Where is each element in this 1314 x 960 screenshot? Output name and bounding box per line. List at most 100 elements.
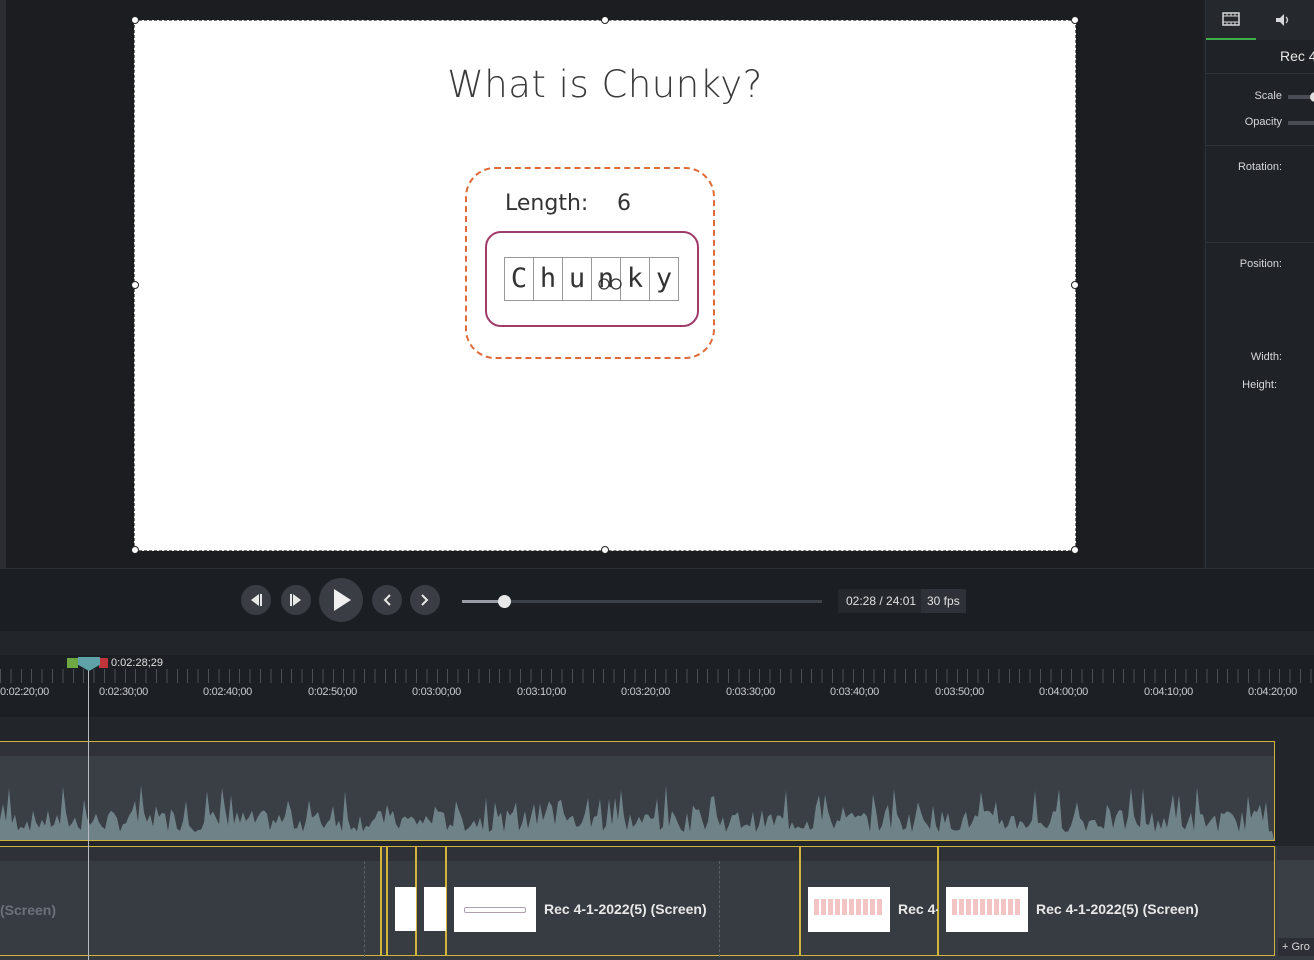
clip-label: (Screen) [0, 902, 57, 918]
ruler-label: 0:03:20;00 [621, 686, 670, 698]
ruler-label: 0:02:30;00 [99, 686, 148, 698]
video-clip[interactable]: Rec 4- [800, 846, 941, 956]
clip-divider [364, 861, 366, 957]
next-marker-button[interactable] [410, 585, 440, 615]
properties-tabs [1206, 0, 1314, 40]
audio-waveform [0, 785, 1274, 840]
video-track: (Screen) Rec 4-1-2022(5) (Screen) Rec 4- [0, 846, 1314, 960]
ruler-label: 0:04:20;00 [1248, 686, 1297, 698]
length-label: Length: [505, 191, 589, 216]
ruler-label: 0:03:40;00 [830, 686, 879, 698]
preview-canvas[interactable]: What is Chunky? Length: 6 C h u n k y [134, 20, 1076, 551]
ruler-label: 0:03:10;00 [517, 686, 566, 698]
chevron-right-icon [421, 594, 429, 606]
playhead-time: 0:02:28;29 [111, 657, 163, 669]
width-label: Width: [1250, 351, 1282, 363]
audio-properties-icon [1276, 14, 1289, 26]
resize-handle-top-left[interactable] [131, 16, 139, 24]
char-cell: u [562, 257, 592, 301]
tab-audio-properties[interactable] [1258, 0, 1308, 40]
clip-label: Rec 4-1-2022(5) (Screen) [1036, 901, 1199, 917]
clip-thumbnail [395, 887, 417, 931]
clip-divider [719, 861, 721, 957]
scale-label: Scale [1254, 90, 1282, 102]
step-back-icon [251, 594, 262, 606]
canvas-area[interactable]: What is Chunky? Length: 6 C h u n k y [0, 0, 1203, 568]
ruler-label: 0:03:50;00 [935, 686, 984, 698]
resize-handle-left[interactable] [131, 281, 139, 289]
ruler-label: 0:02:40;00 [203, 686, 252, 698]
opacity-slider[interactable] [1288, 121, 1314, 125]
selection-start-marker[interactable] [67, 658, 78, 668]
resize-handle-bottom[interactable] [601, 546, 609, 554]
ruler-label: 0:03:00;00 [412, 686, 461, 698]
string-box: C h u n k y [485, 231, 699, 327]
char-cell: y [649, 257, 679, 301]
step-forward-icon [290, 594, 301, 606]
clip-header [388, 847, 415, 861]
position-label: Position: [1239, 258, 1282, 270]
step-back-button[interactable] [241, 585, 271, 615]
resize-handle-bottom-left[interactable] [131, 546, 139, 554]
clip-label: Rec 4-1-2022(5) (Screen) [544, 901, 707, 917]
resize-handle-right[interactable] [1071, 281, 1079, 289]
resize-handle-bottom-right[interactable] [1071, 546, 1079, 554]
playback-controls: 02:28 / 24:01 30 fps [0, 568, 1314, 631]
ruler-label: 0:02:50;00 [308, 686, 357, 698]
char-cell: C [504, 257, 534, 301]
video-clip[interactable] [387, 846, 417, 956]
clip-thumbnail [424, 887, 446, 931]
properties-panel: Rec 4 Scale Opacity Rotation: Position: … [1205, 0, 1314, 568]
play-button[interactable] [319, 578, 363, 622]
scrubber-track[interactable] [462, 600, 822, 603]
opacity-label: Opacity [1244, 116, 1282, 128]
timeline[interactable]: 0:02:20;00 0:02:30;00 0:02:40;00 0:02:50… [0, 631, 1314, 960]
group-button[interactable]: + Gro [1278, 938, 1314, 956]
ruler-label: 0:04:10;00 [1144, 686, 1193, 698]
char-cell: h [533, 257, 563, 301]
slide-title: What is Chunky? [447, 63, 763, 106]
audio-clip-header [0, 742, 1274, 756]
video-clip[interactable]: Rec 4-1-2022(5) (Screen) [446, 846, 800, 957]
video-clip[interactable]: (Screen) [0, 846, 381, 957]
timeline-ruler[interactable]: 0:02:20;00 0:02:30;00 0:02:40;00 0:02:50… [0, 655, 1314, 717]
audio-clip[interactable] [0, 741, 1275, 841]
step-forward-button[interactable] [281, 585, 311, 615]
divider [1206, 145, 1314, 146]
playhead-line [88, 657, 89, 960]
clip-header [0, 847, 380, 861]
clip-label: Rec 4- [898, 901, 941, 917]
clip-thumbnail [454, 887, 536, 932]
time-display: 02:28 / 24:01 [838, 589, 925, 613]
rotation-label: Rotation: [1237, 161, 1282, 173]
ruler-label: 0:03:30;00 [726, 686, 775, 698]
scale-slider-knob[interactable] [1310, 92, 1314, 102]
clip-header [939, 847, 1274, 861]
clip-thumbnail [946, 887, 1028, 932]
ruler-label: 0:02:20;00 [0, 686, 49, 698]
clip-name: Rec 4 [1280, 48, 1314, 64]
height-label: Height: [1242, 379, 1277, 391]
ruler-ticks [0, 669, 1314, 683]
video-clip[interactable] [416, 846, 446, 956]
rotate-handle-icon[interactable] [595, 276, 625, 292]
resize-handle-top-right[interactable] [1071, 16, 1079, 24]
char-cells: C h u n k y [504, 257, 679, 301]
ruler-label: 0:04:00;00 [1039, 686, 1088, 698]
play-icon [334, 589, 351, 611]
tab-visual-properties[interactable] [1206, 0, 1256, 40]
selection-end-marker[interactable] [99, 658, 108, 668]
length-value: 6 [617, 191, 631, 216]
clip-header [447, 847, 799, 861]
video-clip[interactable]: Rec 4-1-2022(5) (Screen) [938, 846, 1275, 956]
previous-marker-button[interactable] [372, 585, 402, 615]
chevron-left-icon [383, 594, 391, 606]
dashed-outer-box: Length: 6 C h u n k y [465, 167, 715, 359]
fps-display: 30 fps [921, 589, 966, 613]
clip-header [417, 847, 445, 861]
resize-handle-top[interactable] [601, 16, 609, 24]
divider [1206, 242, 1314, 243]
clip-thumbnail [808, 887, 890, 932]
scrubber-knob[interactable] [498, 595, 511, 608]
divider [1206, 73, 1314, 74]
